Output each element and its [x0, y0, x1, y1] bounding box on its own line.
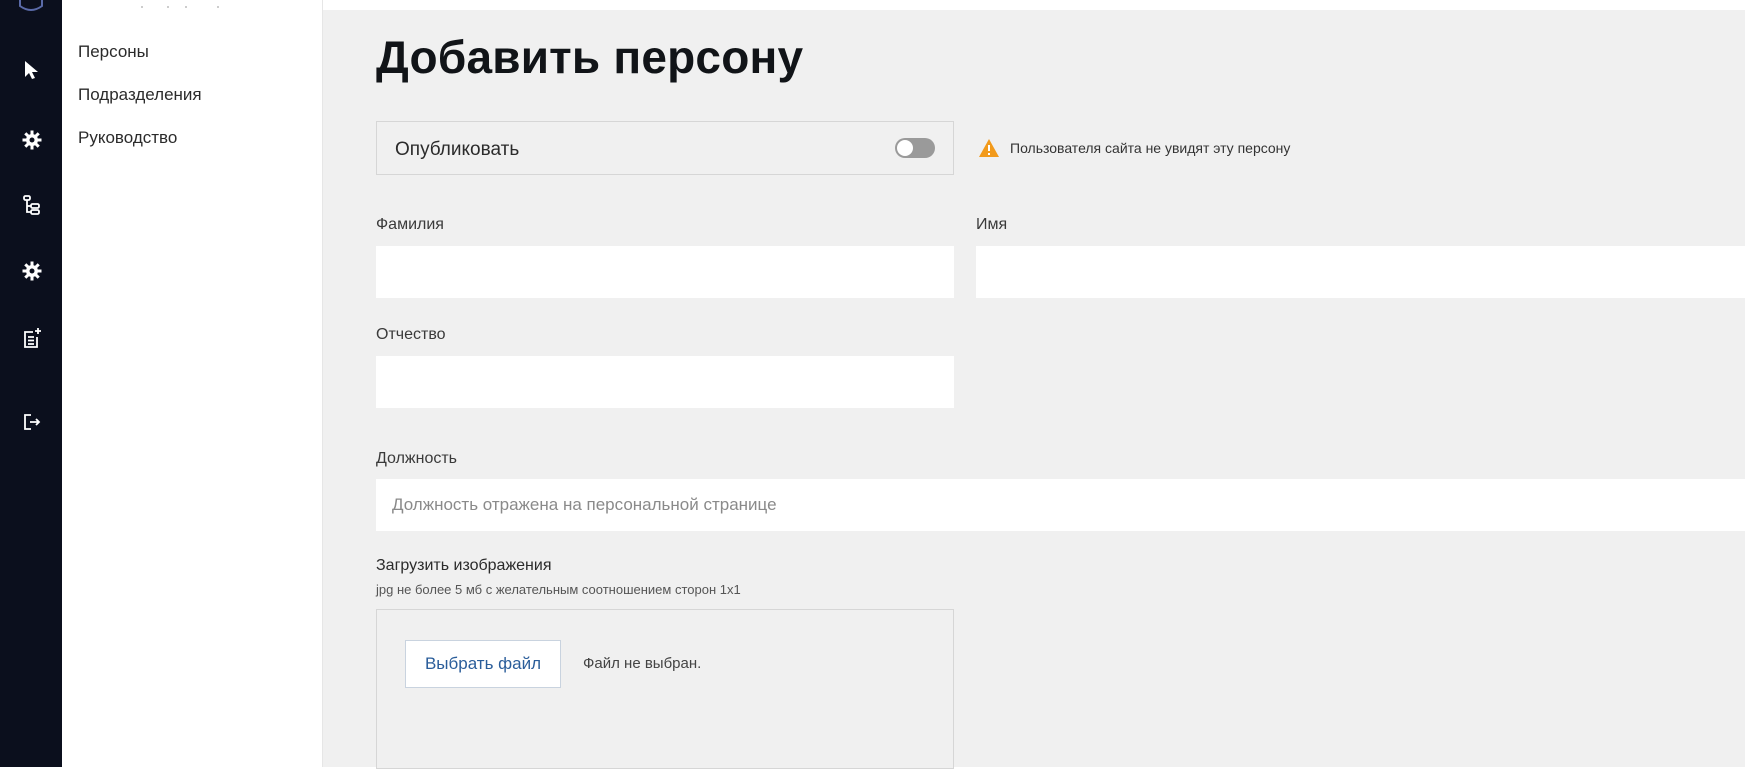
logout-icon[interactable]	[20, 410, 44, 434]
publish-row: Опубликовать	[376, 121, 954, 175]
choose-file-button[interactable]: Выбрать файл	[405, 640, 561, 688]
upload-title: Загрузить изображения	[376, 557, 552, 574]
upload-area: Выбрать файл Файл не выбран.	[376, 609, 954, 769]
submenu-item-departments[interactable]: Подразделения	[78, 85, 202, 105]
position-field[interactable]	[376, 479, 1745, 531]
submenu-item-persons[interactable]: Персоны	[78, 42, 149, 62]
toggle-knob	[897, 140, 913, 156]
pointer-icon[interactable]	[20, 58, 44, 82]
warning-icon	[979, 139, 999, 157]
gear-icon[interactable]	[20, 128, 44, 152]
first-name-field[interactable]	[976, 246, 1745, 298]
file-status: Файл не выбран.	[583, 655, 702, 672]
publish-toggle[interactable]	[895, 138, 935, 158]
middle-name-label: Отчество	[376, 326, 446, 343]
divider-dots	[141, 6, 219, 8]
structure-icon[interactable]	[20, 193, 44, 217]
submenu-item-management[interactable]: Руководство	[78, 128, 177, 148]
publish-label: Опубликовать	[395, 139, 520, 160]
icon-rail	[0, 0, 62, 767]
middle-name-field[interactable]	[376, 356, 954, 408]
logo-icon	[19, 0, 43, 11]
section-submenu: Персоны Подразделения Руководство	[62, 0, 323, 767]
gear-icon[interactable]	[20, 259, 44, 283]
upload-hint: jpg не более 5 мб с желательным соотноше…	[376, 582, 741, 597]
main-content: Добавить персону Опубликовать Пользовате…	[323, 10, 1745, 769]
publish-warning: Пользователя сайта не увидят эту персону	[978, 138, 1290, 158]
last-name-field[interactable]	[376, 246, 954, 298]
last-name-label: Фамилия	[376, 216, 444, 233]
warning-text: Пользователя сайта не увидят эту персону	[1010, 140, 1291, 156]
add-document-icon[interactable]	[20, 326, 44, 350]
position-label: Должность	[376, 450, 457, 467]
page-title: Добавить персону	[376, 31, 804, 83]
first-name-label: Имя	[976, 216, 1008, 233]
